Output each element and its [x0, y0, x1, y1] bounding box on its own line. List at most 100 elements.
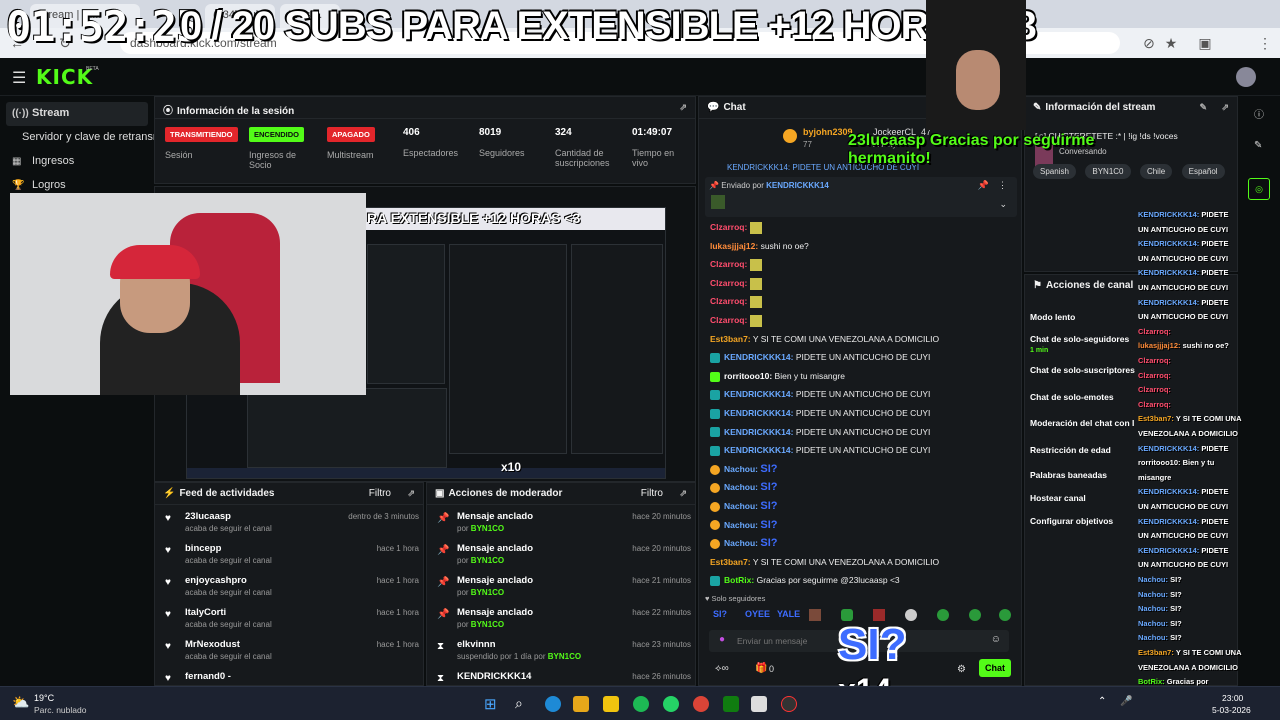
channel-action-item[interactable]: Palabras baneadas: [1030, 470, 1107, 480]
channel-action-item[interactable]: Chat de solo-seguidores 1 min: [1030, 334, 1129, 354]
mic-icon[interactable]: ●: [719, 634, 725, 645]
top-gifter-1[interactable]: byjohn2309: [803, 127, 853, 137]
nav-item-stream[interactable]: ((·)) Stream: [6, 102, 148, 126]
chat-username[interactable]: Nachou:: [724, 538, 758, 548]
popout-icon[interactable]: ⇗: [407, 488, 415, 499]
emote-4[interactable]: [809, 609, 821, 621]
search-icon[interactable]: ⌕: [515, 695, 523, 712]
weather-icon[interactable]: ⛅: [12, 694, 29, 711]
heart-icon: ♥: [165, 545, 171, 556]
channel-action-item[interactable]: Moderación del chat con I: [1030, 418, 1134, 428]
feed-username[interactable]: bincepp: [185, 543, 221, 554]
chat-username[interactable]: Clzarroq:: [710, 222, 747, 232]
chat-username[interactable]: KENDRICKKK14:: [724, 427, 793, 437]
pinned-user[interactable]: KENDRICKKK14: [766, 181, 829, 190]
kick-logo[interactable]: KICK: [36, 65, 93, 89]
pencil-icon[interactable]: ✎: [1199, 102, 1207, 113]
emote-9[interactable]: [969, 609, 981, 621]
channel-action-item[interactable]: Configurar objetivos: [1030, 516, 1113, 526]
hamburger-menu-icon[interactable]: ☰: [12, 68, 26, 88]
emote-8[interactable]: [937, 609, 949, 621]
edge-icon[interactable]: [545, 696, 561, 712]
emoji-icon[interactable]: ☺: [991, 634, 1001, 645]
chevron-down-icon[interactable]: ⌄: [999, 199, 1007, 210]
whatsapp-icon[interactable]: [663, 696, 679, 712]
clock-date[interactable]: 5-03-2026: [1212, 705, 1251, 715]
feed-username[interactable]: fernand0 -: [185, 671, 231, 682]
send-chat-button[interactable]: Chat: [979, 659, 1011, 677]
chat-username[interactable]: Nachou:: [724, 464, 758, 474]
overlay-text: PIDETE: [1201, 443, 1229, 453]
nav-item-income[interactable]: ▦ Ingresos: [6, 150, 80, 174]
pencil-icon[interactable]: ✎: [1254, 140, 1262, 151]
emote-oyee[interactable]: OYEE: [745, 609, 770, 619]
gift-icon[interactable]: 🎁: [755, 663, 767, 674]
target-icon[interactable]: ◎: [1248, 178, 1270, 200]
popout-icon[interactable]: ⇗: [679, 488, 687, 499]
windows-start-icon[interactable]: ⊞: [484, 695, 497, 713]
obs-icon[interactable]: [781, 696, 797, 712]
user-avatar[interactable]: [1236, 67, 1256, 87]
chat-username[interactable]: rorritooo10:: [724, 371, 772, 381]
tag-pill[interactable]: Español: [1181, 164, 1225, 179]
chat-username[interactable]: KENDRICKKK14:: [724, 389, 793, 399]
chrome-icon[interactable]: [693, 696, 709, 712]
spotify-icon[interactable]: [633, 696, 649, 712]
menu-dots-icon[interactable]: ⋮: [1256, 34, 1274, 52]
chat-username[interactable]: KENDRICKKK14:: [724, 352, 793, 362]
emote-si[interactable]: SI?: [713, 609, 727, 619]
channel-action-item[interactable]: Restricción de edad: [1030, 445, 1111, 455]
chat-username[interactable]: lukasjjjaj12:: [710, 241, 758, 251]
popout-icon[interactable]: ⇗: [679, 102, 687, 113]
chat-username[interactable]: Est3ban7:: [710, 557, 751, 567]
chat-username[interactable]: Est3ban7:: [710, 334, 751, 344]
emote-7[interactable]: [905, 609, 917, 621]
mod-user[interactable]: BYN1CO: [548, 652, 581, 661]
chat-username[interactable]: Clzarroq:: [710, 259, 747, 269]
app-icon[interactable]: [751, 696, 767, 712]
chat-username[interactable]: Clzarroq:: [710, 315, 747, 325]
xbox-icon[interactable]: [723, 696, 739, 712]
chat-username[interactable]: Clzarroq:: [710, 296, 747, 306]
mic-tray-icon[interactable]: 🎤: [1120, 696, 1132, 707]
chat-username[interactable]: KENDRICKKK14:: [724, 408, 793, 418]
feed-filter-button[interactable]: Filtro: [369, 488, 391, 499]
tag-pill[interactable]: Chile: [1139, 164, 1173, 179]
file-explorer-icon[interactable]: [603, 696, 619, 712]
chat-username[interactable]: Nachou:: [724, 520, 758, 530]
channel-action-item[interactable]: Chat de solo-emotes: [1030, 392, 1114, 402]
feed-username[interactable]: 23lucaasp: [185, 511, 231, 522]
chat-username[interactable]: Nachou:: [724, 501, 758, 511]
activity-feed-panel: ⚡ Feed de actividades Filtro ⇗ ♥ 23lucaasp…: [154, 482, 424, 686]
clock-time[interactable]: 23:00: [1222, 693, 1243, 703]
extensions-puzzle-icon[interactable]: ▣: [1196, 34, 1214, 52]
nav-item-server-key[interactable]: Servidor y clave de retransm: [16, 126, 168, 150]
feed-username[interactable]: ItalyCorti: [185, 607, 226, 618]
feed-username[interactable]: enjoycashpro: [185, 575, 247, 586]
chat-username[interactable]: Nachou:: [724, 482, 758, 492]
info-icon[interactable]: ⓘ: [1254, 106, 1264, 121]
chat-username[interactable]: BotRix:: [724, 575, 754, 585]
mod-user[interactable]: BYN1CO: [471, 588, 504, 597]
unpin-icon[interactable]: 📌: [978, 180, 989, 191]
feed-username[interactable]: MrNexodust: [185, 639, 240, 650]
channel-action-item[interactable]: Modo lento: [1030, 312, 1075, 322]
extension-icon[interactable]: ⊘: [1140, 34, 1158, 52]
mod-filter-button[interactable]: Filtro: [641, 488, 663, 499]
chevron-up-icon[interactable]: ⌃: [1098, 696, 1106, 707]
emote-yale[interactable]: YALE: [777, 609, 800, 619]
channel-action-item[interactable]: Chat de solo-suscriptores: [1030, 365, 1135, 375]
chat-username[interactable]: Clzarroq:: [710, 278, 747, 288]
store-icon[interactable]: [573, 696, 589, 712]
mod-user[interactable]: BYN1CO: [471, 620, 504, 629]
menu-dots-icon[interactable]: ⋮: [998, 180, 1007, 191]
bookmark-star-icon[interactable]: ★: [1162, 34, 1180, 52]
emote-10[interactable]: [999, 609, 1011, 621]
points-icon[interactable]: ⟡∞: [715, 663, 729, 674]
popout-icon[interactable]: ⇗: [1221, 102, 1229, 113]
chat-username[interactable]: KENDRICKKK14:: [724, 445, 793, 455]
channel-action-item[interactable]: Hostear canal: [1030, 493, 1086, 503]
settings-gear-icon[interactable]: ⚙: [957, 664, 966, 675]
mod-user[interactable]: BYN1CO: [471, 556, 504, 565]
mod-user[interactable]: BYN1CO: [471, 524, 504, 533]
